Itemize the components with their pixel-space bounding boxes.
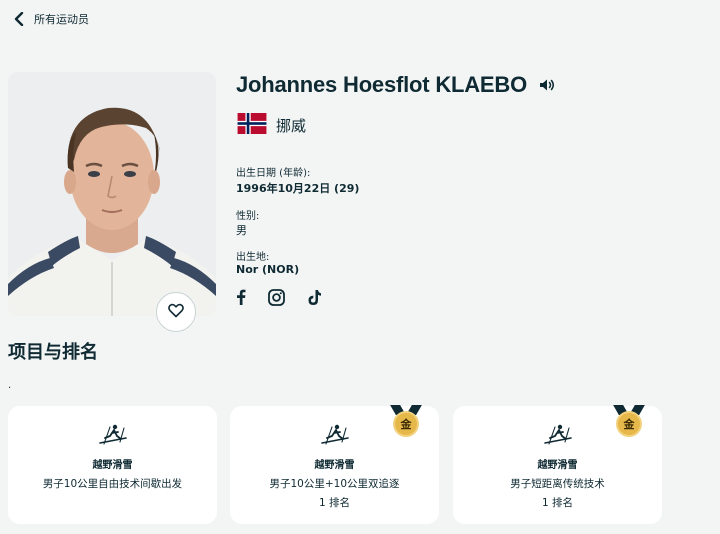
heart-icon bbox=[168, 303, 184, 322]
country-row: 挪威 bbox=[236, 112, 307, 138]
events-section-note: . bbox=[8, 380, 12, 391]
athlete-photo bbox=[8, 72, 216, 316]
cross-country-skiing-icon bbox=[320, 424, 350, 450]
event-rank: 1 排名 bbox=[541, 497, 574, 509]
athlete-name: Johannes Hoesflot KLAEBO bbox=[236, 72, 528, 97]
sport-name: 越野滑雪 bbox=[537, 460, 578, 471]
instagram-icon[interactable] bbox=[268, 288, 285, 306]
back-link[interactable]: 所有运动员 bbox=[14, 9, 89, 29]
event-name: 男子10公里自由技术间歇出发 bbox=[42, 478, 183, 490]
event-name: 男子短距离传统技术 bbox=[510, 478, 605, 490]
tiktok-icon[interactable] bbox=[307, 289, 322, 306]
event-rank: 1 排名 bbox=[318, 497, 351, 509]
back-link-label: 所有运动员 bbox=[34, 13, 89, 26]
medal-label: 金 bbox=[616, 411, 642, 437]
birth-date-value: 1996年10月22日 (29) bbox=[236, 182, 360, 195]
event-card[interactable]: 越野滑雪 男子10公里自由技术间歇出发 bbox=[8, 406, 217, 524]
gender-value: 男 bbox=[236, 224, 247, 237]
gender-label: 性别: bbox=[236, 211, 260, 222]
social-links bbox=[236, 287, 322, 307]
cross-country-skiing-icon bbox=[543, 424, 573, 450]
sport-name: 越野滑雪 bbox=[314, 460, 355, 471]
birthplace-label: 出生地: bbox=[236, 252, 270, 263]
event-name: 男子10公里+10公里双追逐 bbox=[269, 478, 400, 490]
sport-name: 越野滑雪 bbox=[92, 460, 133, 471]
norway-flag-icon bbox=[236, 112, 268, 138]
birth-date-label: 出生日期 (年龄): bbox=[236, 168, 311, 179]
country-name: 挪威 bbox=[276, 116, 307, 135]
gold-medal-badge: 金 bbox=[390, 405, 422, 439]
chevron-left-icon bbox=[14, 12, 24, 26]
gold-medal-badge: 金 bbox=[613, 405, 645, 439]
event-card[interactable]: 金 越野滑雪 男子短距离传统技术 1 排名 bbox=[453, 405, 662, 524]
medal-label: 金 bbox=[393, 411, 419, 437]
birthplace-value: Nor (NOR) bbox=[236, 263, 300, 276]
favorite-button[interactable] bbox=[156, 292, 196, 332]
events-section-title: 项目与排名 bbox=[8, 342, 98, 363]
athlete-name-row: Johannes Hoesflot KLAEBO bbox=[236, 70, 555, 100]
facebook-icon[interactable] bbox=[236, 289, 246, 305]
speaker-icon[interactable] bbox=[539, 78, 555, 92]
event-card[interactable]: 金 越野滑雪 男子10公里+10公里双追逐 1 排名 bbox=[230, 405, 439, 524]
cross-country-skiing-icon bbox=[98, 424, 128, 450]
